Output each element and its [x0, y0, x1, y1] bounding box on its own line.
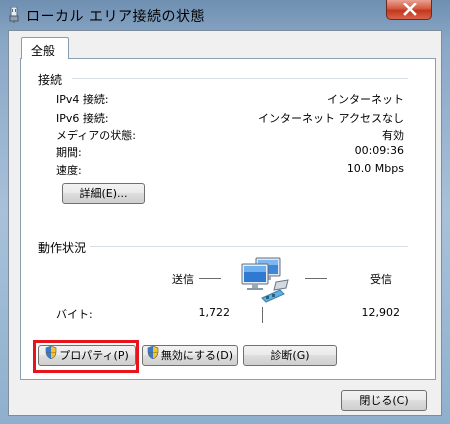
- activity-divider: [262, 307, 263, 323]
- bytes-sent-value: 1,722: [198, 306, 231, 319]
- speed-value: 10.0 Mbps: [346, 162, 404, 175]
- window-title: ローカル エリア接続の状態: [26, 9, 205, 25]
- title-bar: ローカル エリア接続の状態: [0, 0, 450, 30]
- media-state-label: メディアの状態:: [56, 129, 136, 142]
- duration-value: 00:09:36: [354, 144, 404, 157]
- media-state-value: 有効: [382, 129, 404, 142]
- ipv4-value: インターネット: [327, 93, 404, 106]
- network-adapter-icon: [8, 6, 20, 23]
- uac-shield-icon: [147, 345, 159, 365]
- disable-button-label: 無効にする(D): [160, 349, 234, 362]
- bytes-received-value: 12,902: [361, 306, 401, 319]
- duration-label: 期間:: [56, 146, 82, 159]
- received-line: [305, 278, 327, 279]
- highlight-frame: [33, 340, 139, 373]
- connection-status-window: ローカル エリア接続の状態 全般 接続 IPv4 接続: インターネット IPv…: [0, 0, 450, 424]
- speed-label: 速度:: [56, 164, 82, 177]
- ipv6-value: インターネット アクセスなし: [258, 112, 404, 125]
- activity-group-divider: [90, 246, 408, 247]
- close-icon: [403, 3, 417, 16]
- close-window-button[interactable]: [386, 0, 432, 20]
- connection-group-divider: [72, 78, 408, 79]
- tab-general-label: 全般: [31, 44, 56, 58]
- tab-general[interactable]: 全般: [21, 37, 69, 59]
- connection-group-label: 接続: [38, 73, 63, 87]
- details-button[interactable]: 詳細(E)...: [62, 183, 145, 204]
- close-button[interactable]: 閉じる(C): [341, 390, 427, 411]
- activity-group-label: 動作状況: [38, 241, 87, 255]
- sent-label: 送信: [172, 273, 194, 286]
- sent-line: [199, 278, 221, 279]
- received-label: 受信: [370, 273, 392, 286]
- ipv4-label: IPv4 接続:: [56, 93, 109, 106]
- ipv6-label: IPv6 接続:: [56, 112, 109, 125]
- bytes-label: バイト:: [56, 308, 93, 321]
- network-computers-icon: [236, 254, 294, 309]
- disable-button[interactable]: 無効にする(D): [142, 345, 238, 366]
- diagnose-button[interactable]: 診断(G): [243, 345, 337, 366]
